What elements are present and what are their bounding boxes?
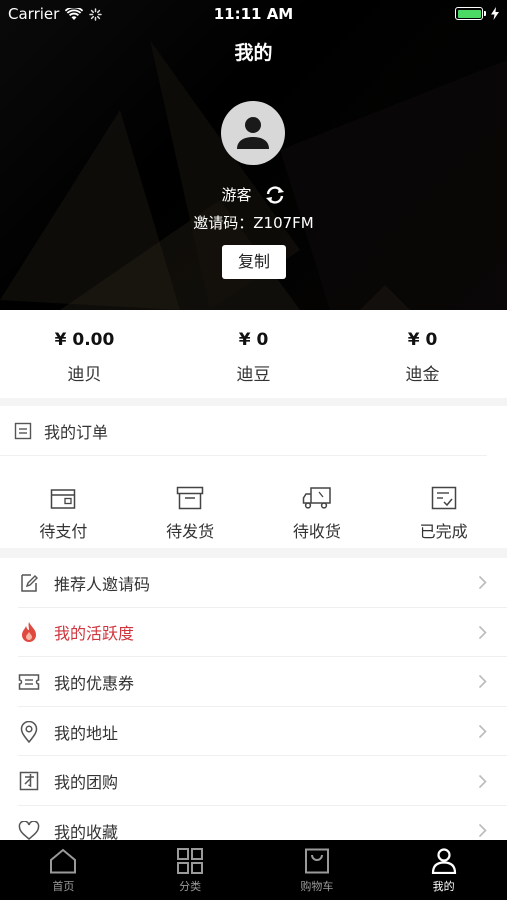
balance-panel: ¥ 0.00 迪贝 ¥ 0 迪豆 ¥ 0 迪金 xyxy=(0,310,507,398)
menu-label: 我的地址 xyxy=(54,723,119,743)
balance-label: 迪豆 xyxy=(236,365,271,385)
tab-home[interactable]: 首页 xyxy=(0,840,127,900)
orders-header[interactable]: 我的订单 xyxy=(0,406,487,456)
copy-button[interactable]: 复制 xyxy=(222,245,286,279)
status-bar: Carrier 11:11 AM xyxy=(0,0,507,28)
box-icon xyxy=(176,486,204,510)
truck-icon xyxy=(302,487,331,509)
tab-cart[interactable]: 购物车 xyxy=(254,840,381,900)
tab-mine[interactable]: 我的 xyxy=(380,840,507,900)
balance-dijin[interactable]: ¥ 0 迪金 xyxy=(338,310,507,398)
battery-group xyxy=(455,7,499,20)
tab-category[interactable]: 分类 xyxy=(127,840,254,900)
page-title: 我的 xyxy=(234,42,273,64)
chevron-right-icon xyxy=(478,725,487,739)
person-avatar-icon xyxy=(237,117,269,149)
menu-coupons[interactable]: 我的优惠券 xyxy=(0,657,507,707)
grid-icon xyxy=(177,848,204,874)
order-item-label: 待支付 xyxy=(39,522,88,541)
menu-group-buy[interactable]: 我的团购 xyxy=(0,756,507,806)
location-icon xyxy=(20,720,38,743)
order-item-label: 已完成 xyxy=(419,522,468,541)
balance-dibei[interactable]: ¥ 0.00 迪贝 xyxy=(0,310,169,398)
order-item-label: 待发货 xyxy=(166,522,215,541)
balance-value: ¥ 0.00 xyxy=(54,330,115,350)
flame-icon xyxy=(22,622,36,643)
person-icon xyxy=(431,848,456,874)
status-time: 11:11 AM xyxy=(213,5,294,23)
edit-icon xyxy=(21,574,38,592)
chevron-right-icon xyxy=(478,576,487,590)
menu-referrer-invite-code[interactable]: 推荐人邀请码 xyxy=(0,558,507,608)
orders-panel: 我的订单 待支付 待发货 待收货 已完成 xyxy=(0,406,507,548)
order-completed[interactable]: 已完成 xyxy=(380,456,507,548)
coupon-icon xyxy=(18,674,40,690)
battery-icon xyxy=(455,7,486,20)
refresh-icon[interactable] xyxy=(264,185,286,205)
checklist-icon xyxy=(431,486,456,510)
wallet-icon xyxy=(51,489,76,509)
charging-bolt-icon xyxy=(491,7,499,20)
menu-label: 我的活跃度 xyxy=(54,624,135,644)
username-row: 游客 xyxy=(0,184,507,205)
balance-label: 迪贝 xyxy=(67,365,102,385)
menu-label: 我的团购 xyxy=(54,773,119,793)
username: 游客 xyxy=(221,186,252,204)
home-icon xyxy=(50,848,77,874)
order-item-label: 待收货 xyxy=(292,522,341,541)
tab-label: 首页 xyxy=(52,880,75,893)
chevron-right-icon xyxy=(478,824,487,838)
menu-label: 推荐人邀请码 xyxy=(54,574,151,594)
chevron-right-icon xyxy=(478,774,487,788)
heart-icon xyxy=(18,820,40,840)
balance-didou[interactable]: ¥ 0 迪豆 xyxy=(169,310,338,398)
balance-value: ¥ 0 xyxy=(238,330,269,350)
balance-label: 迪金 xyxy=(405,365,440,385)
menu-activity[interactable]: 我的活跃度 xyxy=(0,608,507,658)
group-buy-icon xyxy=(19,771,39,791)
tab-label: 分类 xyxy=(179,880,202,893)
document-list-icon xyxy=(14,422,32,439)
tab-label: 我的 xyxy=(432,880,455,893)
menu-label: 我的优惠券 xyxy=(54,673,135,693)
order-pending-receipt[interactable]: 待收货 xyxy=(254,456,381,548)
menu-list: 推荐人邀请码 我的活跃度 我的优惠券 我的地址 我的团购 我的收藏 xyxy=(0,558,507,856)
chevron-right-icon xyxy=(478,675,487,689)
order-pending-payment[interactable]: 待支付 xyxy=(0,456,127,548)
cart-icon xyxy=(304,848,329,874)
avatar[interactable] xyxy=(221,101,285,165)
profile-header: Carrier 11:11 AM 我的 游客 邀请码：Z107FM 复制 xyxy=(0,0,507,310)
order-pending-shipment[interactable]: 待发货 xyxy=(127,456,254,548)
balance-value: ¥ 0 xyxy=(407,330,438,350)
chevron-right-icon xyxy=(478,625,487,639)
menu-address[interactable]: 我的地址 xyxy=(0,707,507,757)
invite-code: 邀请码：Z107FM xyxy=(193,214,314,232)
tab-bar: 首页 分类 购物车 我的 xyxy=(0,840,507,900)
orders-title: 我的订单 xyxy=(44,422,109,442)
tab-label: 购物车 xyxy=(300,880,334,893)
